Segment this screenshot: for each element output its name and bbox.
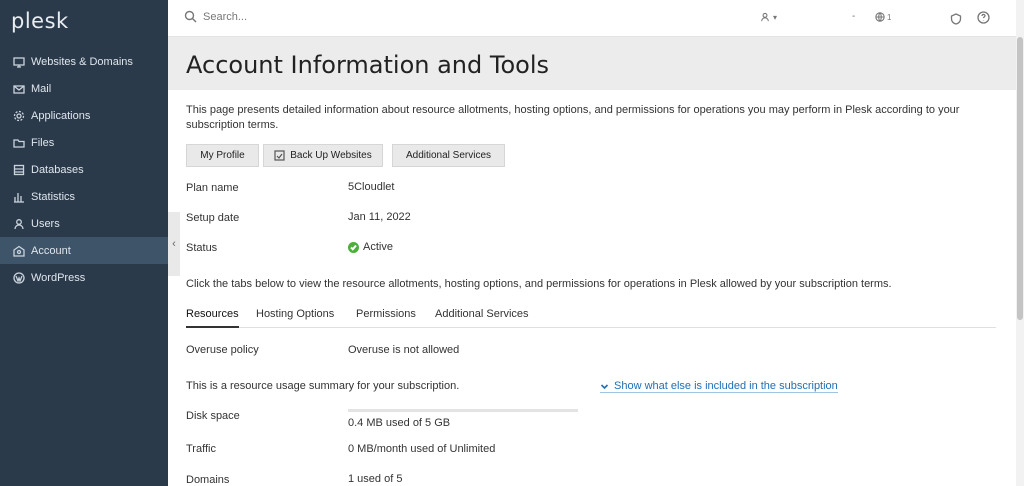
sidebar-item-label: Statistics <box>31 190 76 203</box>
monitor-icon <box>12 55 26 69</box>
status-value: Active <box>348 241 393 253</box>
security-button[interactable] <box>950 12 962 30</box>
button-label: Back Up Websites <box>290 150 372 161</box>
tab-hosting-options[interactable]: Hosting Options <box>256 308 334 328</box>
sidebar-item-databases[interactable]: Databases <box>0 156 168 183</box>
overuse-policy-label: Overuse policy <box>186 344 259 356</box>
sidebar-item-account[interactable]: Account <box>0 237 168 264</box>
search-input[interactable]: Search... <box>203 11 247 23</box>
sidebar-item-mail[interactable]: Mail <box>0 75 168 102</box>
traffic-value: 0 MB/month used of Unlimited <box>348 443 496 455</box>
gear-icon <box>12 109 26 123</box>
sidebar-item-websites-domains[interactable]: Websites & Domains <box>0 48 168 75</box>
sidebar-item-wordpress[interactable]: WordPress <box>0 264 168 291</box>
backup-websites-button[interactable]: Back Up Websites <box>263 144 383 167</box>
chevron-left-icon: ‹ <box>172 238 176 250</box>
sidebar-item-label: Websites & Domains <box>31 55 133 68</box>
scrollbar-thumb[interactable] <box>1017 37 1023 320</box>
chevron-down-icon <box>600 383 609 389</box>
disk-usage-bar <box>348 409 578 412</box>
plesk-logo[interactable]: plesk <box>11 9 69 33</box>
account-icon <box>12 244 26 258</box>
status-text: Active <box>363 241 393 253</box>
sidebar-collapse-handle[interactable]: ‹ <box>168 212 180 276</box>
sidebar-item-label: Users <box>31 217 60 230</box>
overuse-policy-value: Overuse is not allowed <box>348 344 460 356</box>
setup-date-label: Setup date <box>186 212 240 224</box>
sidebar-item-label: Databases <box>31 163 84 176</box>
backup-icon <box>274 150 285 161</box>
sidebar-nav: Websites & Domains Mail Applications Fil… <box>0 48 168 291</box>
globe-icon <box>875 12 885 22</box>
traffic-label: Traffic <box>186 443 216 455</box>
header-placeholder: - <box>852 11 856 22</box>
sidebar-item-statistics[interactable]: Statistics <box>0 183 168 210</box>
plan-name-value: 5Cloudlet <box>348 181 395 193</box>
tab-additional-services[interactable]: Additional Services <box>435 308 529 328</box>
page-title-band: Account Information and Tools <box>168 37 1016 90</box>
disk-space-label: Disk space <box>186 410 240 422</box>
sidebar-item-users[interactable]: Users <box>0 210 168 237</box>
sidebar-item-label: Account <box>31 244 71 257</box>
user-icon <box>761 12 769 22</box>
domains-label: Domains <box>186 474 230 486</box>
help-button[interactable] <box>977 11 990 29</box>
sidebar-item-label: Applications <box>31 109 91 122</box>
button-label: My Profile <box>200 150 245 161</box>
button-label: Additional Services <box>405 150 492 161</box>
language-menu[interactable]: 1 <box>875 12 891 22</box>
check-icon <box>348 241 359 253</box>
show-included-link[interactable]: Show what else is included in the subscr… <box>600 380 838 393</box>
shield-icon <box>950 13 962 25</box>
my-profile-button[interactable]: My Profile <box>186 144 259 167</box>
plan-name-label: Plan name <box>186 182 239 194</box>
help-icon <box>977 11 990 24</box>
setup-date-value: Jan 11, 2022 <box>348 211 411 223</box>
search-icon <box>184 10 197 23</box>
user-icon <box>12 217 26 231</box>
tab-resources[interactable]: Resources <box>186 308 239 328</box>
user-menu[interactable]: ▾ <box>760 12 777 22</box>
tab-permissions[interactable]: Permissions <box>356 308 416 328</box>
search-box[interactable]: Search... <box>184 10 247 23</box>
page-title: Account Information and Tools <box>186 51 549 79</box>
sidebar-item-label: WordPress <box>31 271 86 284</box>
sidebar: plesk Websites & Domains Mail Applicatio… <box>0 0 168 486</box>
disk-space-value: 0.4 MB used of 5 GB <box>348 417 451 429</box>
sidebar-item-applications[interactable]: Applications <box>0 102 168 129</box>
top-header: Search... ▾ - 1 <box>168 0 1016 37</box>
tabs-description: Click the tabs below to view the resourc… <box>186 278 892 290</box>
bar-chart-icon <box>12 190 26 204</box>
sidebar-item-label: Files <box>31 136 55 149</box>
mail-icon <box>12 82 26 96</box>
chevron-down-icon: ▾ <box>773 12 778 22</box>
domains-value: 1 used of 5 <box>348 473 403 485</box>
folder-icon <box>12 136 26 150</box>
additional-services-button[interactable]: Additional Services <box>392 144 505 167</box>
tab-bar: Resources Hosting Options Permissions Ad… <box>186 308 996 328</box>
database-icon <box>12 163 26 177</box>
wordpress-icon <box>12 271 26 285</box>
usage-summary-text: This is a resource usage summary for you… <box>186 380 460 392</box>
status-label: Status <box>186 242 218 254</box>
sidebar-item-label: Mail <box>31 82 52 95</box>
sidebar-item-files[interactable]: Files <box>0 129 168 156</box>
page-intro: This page presents detailed information … <box>186 104 960 131</box>
show-included-label: Show what else is included in the subscr… <box>614 380 838 392</box>
language-count: 1 <box>887 12 892 22</box>
